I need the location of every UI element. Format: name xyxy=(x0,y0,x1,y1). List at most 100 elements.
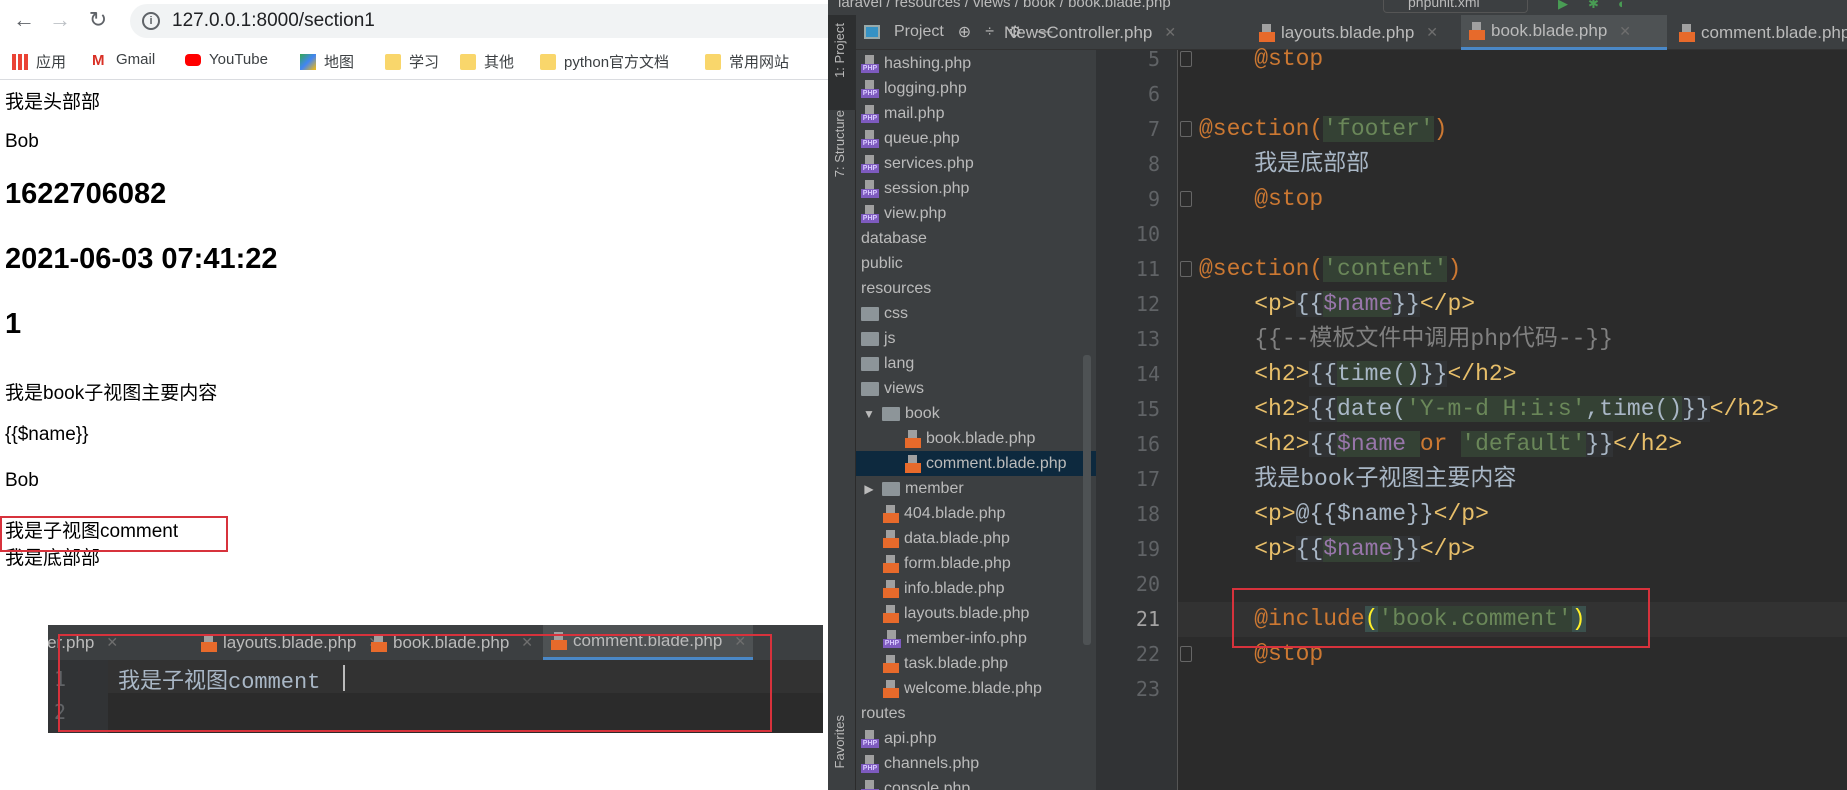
code-line[interactable]: 我是book子视图主要内容 xyxy=(1199,462,1516,497)
bookmark-item[interactable]: 地图 xyxy=(300,51,354,72)
debug-icon[interactable]: ✱ xyxy=(1588,0,1599,10)
collapse-all-icon[interactable]: ÷ xyxy=(985,23,994,41)
bookmark-item[interactable]: 学习 xyxy=(385,51,439,72)
tree-item[interactable]: services.php xyxy=(856,151,1096,176)
back-icon[interactable]: ← xyxy=(12,8,36,32)
tree-item[interactable]: member-info.php xyxy=(856,626,1096,651)
bookmark-item[interactable]: M Gmail xyxy=(92,51,155,69)
tree-item[interactable]: resources xyxy=(856,276,1096,301)
tree-item[interactable]: layouts.blade.php xyxy=(856,601,1096,626)
tree-item[interactable]: routes xyxy=(856,701,1096,726)
locate-icon[interactable]: ⊕ xyxy=(958,22,971,42)
code-token: }} xyxy=(1392,536,1420,562)
tab-label: book.blade.php xyxy=(1491,21,1608,40)
tab-comment-blade-php[interactable]: comment.blade.php✕ xyxy=(1671,15,1847,50)
tree-item-label: member xyxy=(905,479,964,497)
tree-item[interactable]: queue.php xyxy=(856,126,1096,151)
bookmark-item[interactable]: 应用 xyxy=(12,51,66,72)
tree-item[interactable]: lang xyxy=(856,351,1096,376)
expanded-arrow-icon[interactable]: ▼ xyxy=(861,407,877,421)
project-view-select[interactable]: Project xyxy=(894,23,944,41)
php-file-icon xyxy=(883,629,901,648)
code-line[interactable]: {{--模板文件中调用php代码--}} xyxy=(1199,322,1613,357)
url-text[interactable]: 127.0.0.1:8000/section1 xyxy=(172,10,375,32)
tree-item[interactable]: 404.blade.php xyxy=(856,501,1096,526)
tree-item[interactable]: ▶ member xyxy=(856,476,1096,501)
project-icon xyxy=(864,25,880,39)
tree-scrollbar[interactable] xyxy=(1083,355,1091,645)
tree-item[interactable]: form.blade.php xyxy=(856,551,1096,576)
tree-item[interactable]: task.blade.php xyxy=(856,651,1096,676)
line-number: 19 xyxy=(1135,537,1160,561)
tree-item-label: data.blade.php xyxy=(904,529,1010,547)
line-number: 18 xyxy=(1135,502,1160,526)
tree-item[interactable]: comment.blade.php xyxy=(856,451,1096,476)
breadcrumb[interactable]: laravel / resources / views / book / boo… xyxy=(828,0,1847,15)
run-icon[interactable]: ▶ xyxy=(1558,0,1568,10)
fold-icon[interactable] xyxy=(1180,51,1192,67)
tree-item[interactable]: view.php xyxy=(856,201,1096,226)
line-number: 17 xyxy=(1135,467,1160,491)
run-config-select[interactable]: phpunit.xml xyxy=(1383,0,1528,13)
blade-file-icon xyxy=(905,429,921,448)
bookmark-item[interactable]: python官方文档 xyxy=(540,51,669,72)
bookmark-item[interactable]: 其他 xyxy=(460,51,514,72)
code-line[interactable]: @stop xyxy=(1199,42,1323,77)
tree-item[interactable]: ▼ book xyxy=(856,401,1096,426)
fold-icon[interactable] xyxy=(1180,261,1192,277)
tree-item[interactable]: session.php xyxy=(856,176,1096,201)
tree-item[interactable]: info.blade.php xyxy=(856,576,1096,601)
tree-item[interactable]: public xyxy=(856,251,1096,276)
tool-project[interactable]: 1: Project xyxy=(832,23,847,78)
tab-newscontroller-php[interactable]: NewsController.php ✕ xyxy=(996,15,1176,50)
line-number: 5 xyxy=(1147,47,1160,71)
code-line[interactable]: <h2>{{$name or 'default'}}</h2> xyxy=(1199,427,1682,462)
tree-item[interactable]: css xyxy=(856,301,1096,326)
tree-item[interactable]: views xyxy=(856,376,1096,401)
tree-item[interactable]: channels.php xyxy=(856,751,1096,776)
code-line[interactable]: @section('footer') xyxy=(1199,112,1447,147)
address-bar[interactable]: i 127.0.0.1:8000/section1 xyxy=(130,4,828,38)
info-icon[interactable]: i xyxy=(142,12,160,30)
tree-item[interactable]: book.blade.php xyxy=(856,426,1096,451)
code-editor[interactable]: 5 6 7 8 9 10 11 12 13 14 15 16 17 18 19 20 21 22 23 @stop @… xyxy=(1096,46,1847,790)
forward-icon[interactable]: → xyxy=(48,8,72,32)
bookmark-item[interactable]: YouTube xyxy=(185,51,268,68)
tree-item[interactable]: data.blade.php xyxy=(856,526,1096,551)
tree-item[interactable]: welcome.blade.php xyxy=(856,676,1096,701)
tree-item[interactable]: logging.php xyxy=(856,76,1096,101)
tree-item[interactable]: js xyxy=(856,326,1096,351)
tree-item[interactable]: console.php xyxy=(856,776,1096,790)
close-tab-icon[interactable]: ✕ xyxy=(1426,24,1438,41)
tree-item[interactable]: hashing.php xyxy=(856,51,1096,76)
code-line[interactable]: 我是底部部 xyxy=(1199,147,1369,182)
tool-structure[interactable]: 7: Structure xyxy=(832,110,847,177)
fold-icon[interactable] xyxy=(1180,646,1192,662)
code-line[interactable]: @stop xyxy=(1199,182,1323,217)
code-line[interactable]: @section('content') xyxy=(1199,252,1461,287)
code-line[interactable]: <p>@{{$name}}</p> xyxy=(1199,497,1489,532)
reload-icon[interactable]: ↻ xyxy=(86,8,110,32)
code-line[interactable]: <p>{{$name}}</p> xyxy=(1199,532,1475,567)
tree-item[interactable]: mail.php xyxy=(856,101,1096,126)
collapsed-arrow-icon[interactable]: ▶ xyxy=(861,482,877,496)
tree-item[interactable]: database xyxy=(856,226,1096,251)
close-tab-icon[interactable]: ✕ xyxy=(1164,24,1176,41)
php-file-icon xyxy=(861,729,879,748)
code-token: <p> xyxy=(1254,501,1296,527)
tree-item-label: views xyxy=(884,379,925,397)
bookmark-item[interactable]: 常用网站 xyxy=(705,51,789,72)
php-file-icon xyxy=(861,104,879,123)
fold-icon[interactable] xyxy=(1180,191,1192,207)
fold-icon[interactable] xyxy=(1180,121,1192,137)
code-line[interactable]: <p>{{$name}}</p> xyxy=(1199,287,1475,322)
tree-item-label: view.php xyxy=(884,204,947,222)
coverage-icon[interactable]: ◐ xyxy=(1618,0,1626,10)
tool-favorites[interactable]: Favorites xyxy=(832,715,847,768)
code-line[interactable]: <h2>{{date('Y-m-d H:i:s',time()}}</h2> xyxy=(1199,392,1779,427)
tab-book-blade-php[interactable]: book.blade.php ✕ xyxy=(1461,15,1667,50)
tree-item[interactable]: api.php xyxy=(856,726,1096,751)
code-line[interactable]: <h2>{{time()}}</h2> xyxy=(1199,357,1517,392)
code-token: $name xyxy=(1337,431,1420,457)
close-tab-icon[interactable]: ✕ xyxy=(1619,23,1631,40)
